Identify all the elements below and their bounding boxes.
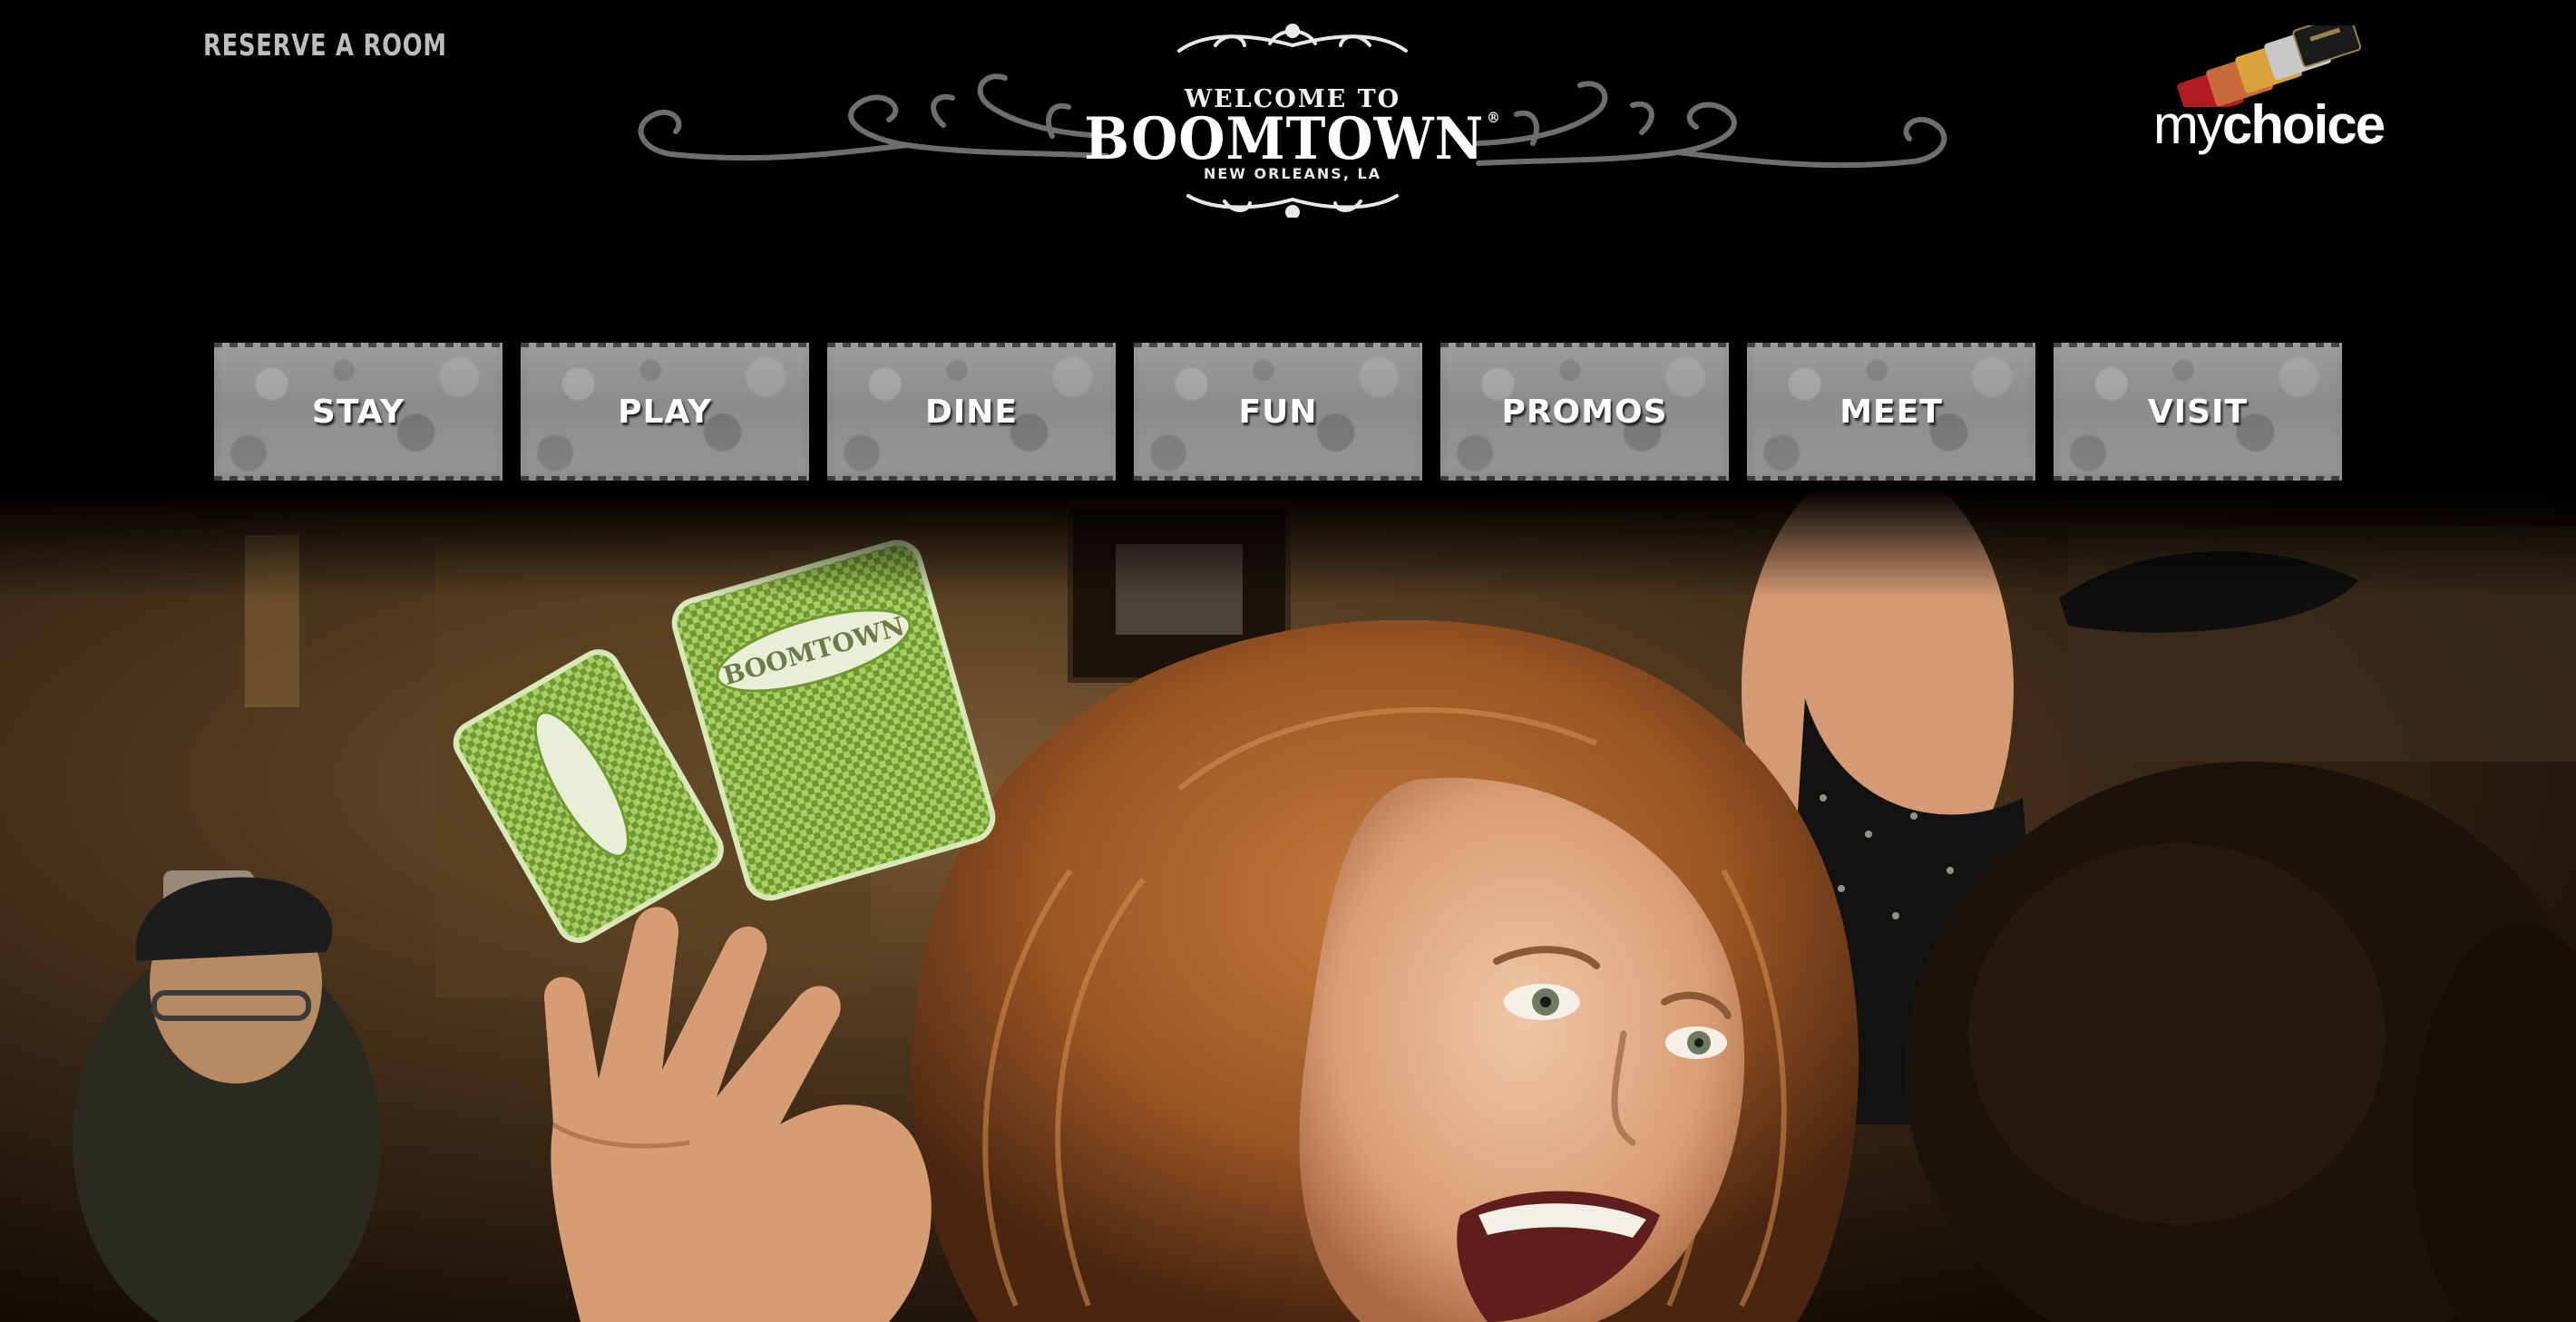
boomtown-logo[interactable]: WELCOME TO BOOMTOWN ® NEW ORLEANS, LA [635,18,1950,218]
hero-photo: BOOMTOWN [0,490,2576,1322]
nav-play[interactable]: PLAY [521,343,809,481]
nav-fun[interactable]: FUN [1134,343,1422,481]
nav-meet[interactable]: MEET [1747,343,2035,481]
nav-label: DINE [925,393,1018,431]
mychoice-choice: choice [2221,94,2386,155]
mychoice-my: my [2153,94,2224,155]
nav-dine[interactable]: DINE [827,343,1116,481]
mychoice-logo[interactable]: mychoice [2141,25,2413,161]
nav-visit[interactable]: VISIT [2054,343,2342,481]
nav-label: STAY [311,393,405,431]
brand-name: BOOMTOWN ® [688,111,1898,169]
nav-label: PROMOS [1501,393,1668,431]
brand-name-text: BOOMTOWN [1084,105,1485,173]
nav-label: FUN [1238,393,1318,431]
main-nav: STAY PLAY DINE FUN PROMOS MEET VISIT [214,343,2347,481]
nav-label: PLAY [618,393,712,431]
hero-image: BOOMTOWN [0,490,2576,1322]
nav-stay[interactable]: STAY [214,343,503,481]
site-header: RESERVE A ROOM WELCOME TO BOOMTOWN ® NEW… [0,0,2576,326]
page: RESERVE A ROOM WELCOME TO BOOMTOWN ® NEW… [0,0,2576,1322]
reserve-room-link[interactable]: RESERVE A ROOM [203,27,447,63]
nav-label: VISIT [2147,393,2249,431]
registered-mark: ® [1487,109,1501,126]
nav-label: MEET [1839,393,1943,431]
brand-location: NEW ORLEANS, LA [1203,165,1382,182]
nav-promos[interactable]: PROMOS [1440,343,1729,481]
mychoice-wordmark: mychoice [2153,98,2386,152]
